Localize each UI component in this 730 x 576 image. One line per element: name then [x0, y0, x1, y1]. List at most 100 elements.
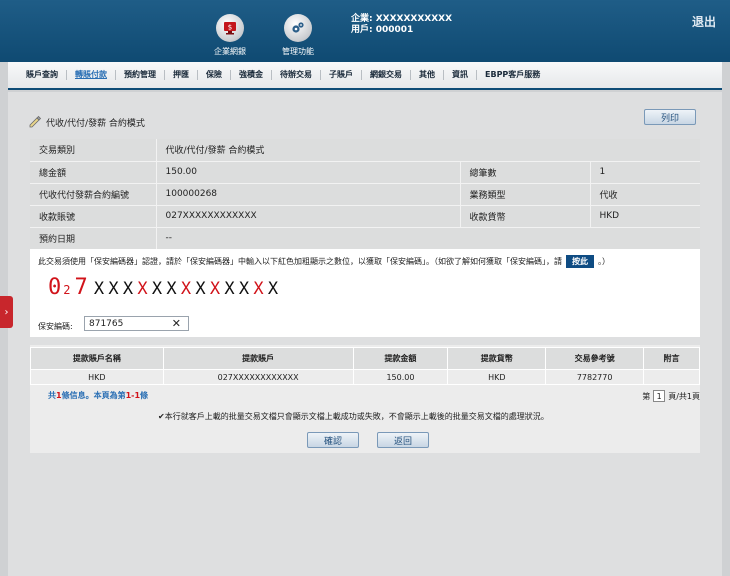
code-char: X [195, 279, 206, 299]
note-text: 本行就客戶上載的批量交易文檔只會顯示文檔上載成功或失敗，不會顯示上載後的批量交易… [164, 412, 549, 421]
code-char: X [122, 279, 134, 299]
total-count-value: 1 [590, 161, 700, 184]
txn-type-value: 代收/代付/發薪 合約模式 [156, 139, 700, 162]
menu-item[interactable]: 押匯 [165, 70, 198, 80]
instruction-text: 此交易須使用「保安編碼器」認證，請於「保安編碼器」中輸入以下紅色加粗顯示之數位，… [38, 257, 562, 266]
table-row: 收款賬號 027XXXXXXXXXXXX 收款貨幣 HKD [30, 205, 700, 228]
column-header: 提款賬戶 [162, 347, 354, 370]
user-info: 企業: XXXXXXXXXXX 用戶: 000001 [351, 14, 452, 36]
security-code-display: 0 2 7 XXXXXXXXXXXXX [48, 275, 280, 300]
menu-item[interactable]: 強積金 [231, 70, 272, 80]
enterprise-banking-link[interactable]: $ 企業網銀 [200, 14, 260, 57]
menu-item[interactable]: 待辦交易 [272, 70, 321, 80]
management-label: 管理功能 [282, 47, 314, 56]
checkmark-icon: ✔ [158, 412, 165, 421]
menu-item[interactable]: 子賬戶 [321, 70, 362, 80]
code-char: X [267, 279, 279, 299]
code-char: X [108, 279, 119, 299]
code-char: X [93, 279, 105, 299]
table-row: 預約日期 -- [30, 227, 700, 250]
total-amount-label: 總金額 [30, 161, 157, 184]
summary-range: 1-1 [125, 391, 141, 400]
account-label: 收款賬號 [30, 205, 157, 228]
menu-item[interactable]: 其他 [411, 70, 444, 80]
page-number-input[interactable]: 1 [653, 390, 666, 402]
page-title-text: 代收/代付/發薪 合約模式 [46, 119, 145, 129]
transactions-box: 提款賬戶名稱 提款賬戶 提款金額 提款貨幣 交易參考號 附言 HKD 027XXXXXXXX… [30, 345, 700, 453]
summary-prefix: 共 [48, 391, 56, 400]
column-header: 提款賬戶名稱 [30, 347, 164, 370]
chevron-right-icon: › [4, 306, 9, 318]
menu-item[interactable]: 賬戶查詢 [18, 70, 67, 80]
code-digit: 0 [48, 275, 62, 300]
contract-no-label: 代收代付發薪合約編號 [30, 183, 157, 206]
summary-suffix: 條 [140, 391, 149, 400]
security-instruction: 此交易須使用「保安編碼器」認證，請於「保安編碼器」中輸入以下紅色加粗顯示之數位，… [38, 255, 610, 268]
column-header: 交易參考號 [545, 347, 645, 370]
transaction-info-table: 交易類別 代收/代付/發薪 合約模式 總金額 150.00 總筆數 1 代收代付… [30, 139, 700, 250]
pagination: 第 1 頁/共1頁 [642, 390, 700, 402]
column-header: 提款貨幣 [447, 347, 547, 370]
menu-item[interactable]: 資訊 [444, 70, 477, 80]
table-row: 總金額 150.00 總筆數 1 [30, 161, 700, 184]
code-char: X [151, 279, 163, 299]
code-char: X [166, 279, 177, 299]
total-amount-value: 150.00 [156, 161, 461, 184]
total-count-label: 總筆數 [460, 161, 591, 184]
page-suffix: 頁/共1頁 [668, 391, 700, 401]
appt-date-label: 預約日期 [30, 227, 157, 250]
here-button[interactable]: 按此 [566, 255, 594, 268]
column-header: 附言 [643, 347, 700, 370]
contract-no-value: 100000268 [156, 183, 461, 206]
security-code-value: 871765 [89, 318, 124, 329]
code-char: X [180, 279, 192, 299]
code-char: X [224, 279, 235, 299]
menu-item[interactable]: 網銀交易 [362, 70, 411, 80]
page-prefix: 第 [642, 391, 651, 401]
table-cell: HKD [447, 369, 547, 385]
security-code-label: 保安編碼: [38, 322, 73, 331]
table-header-row: 提款賬戶名稱 提款賬戶 提款金額 提款貨幣 交易參考號 附言 [30, 347, 700, 370]
business-type-label: 業務類型 [460, 183, 591, 206]
code-char: X [253, 279, 264, 299]
print-button[interactable]: 列印 [644, 109, 696, 125]
top-header: $ 企業網銀 管理功能 企業: XXXXXXXXXXX 用戶: 000001 退… [0, 0, 730, 62]
summary-mid: 條信息。本頁為第 [61, 391, 126, 400]
security-code-input[interactable]: 871765 ✕ [84, 316, 189, 331]
table-row: HKD 027XXXXXXXXXXXX 150.00 HKD 7782770 [30, 369, 700, 385]
page-title: 代收/代付/發薪 合約模式 [28, 114, 145, 131]
monitor-icon: $ [216, 14, 244, 42]
record-summary: 共1條信息。本頁為第1-1條 [48, 390, 148, 401]
clear-icon[interactable]: ✕ [172, 317, 181, 330]
transactions-table: 提款賬戶名稱 提款賬戶 提款金額 提款貨幣 交易參考號 附言 HKD 027XXXXXXXX… [30, 347, 700, 385]
menu-item[interactable]: EBPP客戶服務 [477, 70, 548, 80]
security-code-box: 此交易須使用「保安編碼器」認證，請於「保安編碼器」中輸入以下紅色加粗顯示之數位，… [30, 249, 700, 337]
table-row: 交易類別 代收/代付/發薪 合約模式 [30, 139, 700, 162]
menu-item[interactable]: 轉賬付款 [67, 70, 116, 80]
confirm-button[interactable]: 確認 [307, 432, 359, 448]
table-cell: 027XXXXXXXXXXXX [162, 369, 354, 385]
table-cell: 7782770 [545, 369, 645, 385]
code-char: X [209, 279, 221, 299]
table-cell [643, 369, 700, 385]
business-type-value: 代收 [590, 183, 700, 206]
company-line: 企業: XXXXXXXXXXX [351, 14, 453, 24]
currency-value: HKD [590, 205, 700, 228]
menu-item[interactable]: 保險 [198, 70, 231, 80]
txn-type-label: 交易類別 [30, 139, 157, 162]
code-digit: 7 [74, 275, 88, 300]
pen-icon [28, 114, 42, 131]
svg-text:$: $ [228, 24, 232, 32]
enterprise-banking-label: 企業網銀 [214, 47, 246, 56]
main-menu: 賬戶查詢 轉賬付款 預約管理 押匯 保險 強積金 待辦交易 子賬戶 網銀交易 其他 資訊 EBPP客戶… [8, 62, 722, 90]
instruction-end: 。） [598, 257, 610, 266]
column-header: 提款金額 [352, 347, 449, 370]
side-panel-toggle[interactable]: › [0, 296, 13, 328]
management-link[interactable]: 管理功能 [268, 14, 328, 57]
upload-note: ✔本行就客戶上載的批量交易文檔只會顯示文檔上載成功或失敗，不會顯示上載後的批量交… [158, 411, 549, 422]
back-button[interactable]: 返回 [377, 432, 429, 448]
appt-date-value: -- [156, 227, 700, 250]
code-sub-digit: 2 [63, 283, 71, 297]
menu-item[interactable]: 預約管理 [116, 70, 165, 80]
logout-button[interactable]: 退出 [692, 13, 716, 30]
